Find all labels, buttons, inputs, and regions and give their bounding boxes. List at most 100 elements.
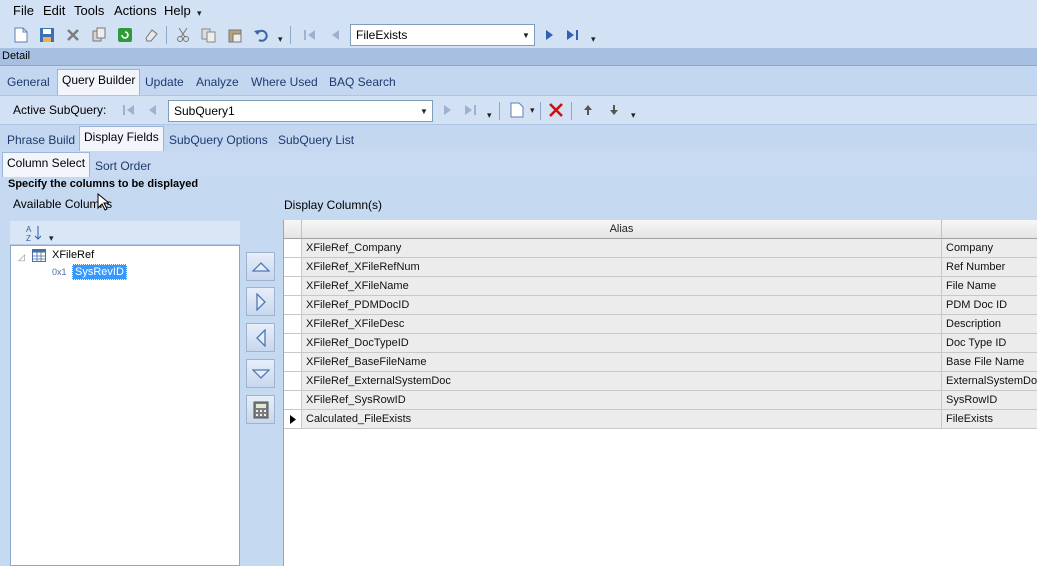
move-column-up-button[interactable] [246,252,275,281]
row-selector[interactable] [284,239,302,258]
menu-help[interactable]: Help [164,3,191,18]
sort-dropdown-icon[interactable]: ▾ [49,233,54,244]
table-row[interactable]: XFileRef_XFileRefNum Ref Number [284,258,1037,277]
label-cell[interactable]: Doc Type ID [942,334,1037,353]
move-column-down-button[interactable] [246,359,275,388]
row-selector[interactable] [284,334,302,353]
subquery-overflow-icon[interactable]: ▾ [487,110,492,121]
tab-general[interactable]: General [7,75,50,89]
chevron-down-icon[interactable]: ▼ [416,101,432,121]
move-up-icon[interactable] [578,100,598,120]
delete-icon[interactable] [63,25,83,45]
table-row[interactable]: XFileRef_Company Company [284,239,1037,258]
label-cell[interactable]: Base File Name [942,353,1037,372]
undo-dropdown-icon[interactable]: ▾ [278,34,283,45]
new-subquery-dropdown-icon[interactable]: ▾ [530,105,535,116]
cut-icon[interactable] [173,25,193,45]
collapse-icon[interactable]: ◿ [18,252,25,263]
label-cell[interactable]: Description [942,315,1037,334]
alias-cell[interactable]: XFileRef_BaseFileName [302,353,942,372]
tree-root-label[interactable]: XFileRef [52,249,94,261]
menu-edit[interactable]: Edit [43,3,65,18]
menu-file[interactable]: File [13,3,34,18]
remove-column-button[interactable] [246,323,275,352]
table-row[interactable]: XFileRef_DocTypeID Doc Type ID [284,334,1037,353]
row-selector[interactable] [284,391,302,410]
label-cell[interactable]: File Name [942,277,1037,296]
alias-cell[interactable]: XFileRef_ExternalSystemDoc [302,372,942,391]
tab-sort-order[interactable]: Sort Order [95,159,151,173]
refresh-icon[interactable] [115,25,135,45]
subquery-last-icon[interactable] [461,100,481,120]
row-selector[interactable] [284,353,302,372]
table-row[interactable]: Calculated_FileExists FileExists [284,410,1037,429]
tab-baq-search[interactable]: BAQ Search [329,75,396,89]
tab-query-builder[interactable]: Query Builder [57,69,141,95]
subquery-first-icon[interactable] [119,100,139,120]
alias-cell[interactable]: Calculated_FileExists [302,410,942,429]
table-row[interactable]: XFileRef_ExternalSystemDoc ExternalSystem… [284,372,1037,391]
table-row[interactable]: XFileRef_XFileDesc Description [284,315,1037,334]
tab-display-fields[interactable]: Display Fields [79,126,164,151]
alias-cell[interactable]: XFileRef_XFileDesc [302,315,942,334]
row-selector[interactable] [284,258,302,277]
table-row[interactable]: XFileRef_PDMDocID PDM Doc ID [284,296,1037,315]
tab-subquery-list[interactable]: SubQuery List [278,133,354,147]
menu-overflow-icon[interactable]: ▾ [197,8,202,19]
alias-cell[interactable]: XFileRef_XFileName [302,277,942,296]
paste-icon[interactable] [225,25,245,45]
row-selector[interactable] [284,372,302,391]
subquery-prev-icon[interactable] [143,100,163,120]
tab-update[interactable]: Update [145,75,184,89]
tab-analyze[interactable]: Analyze [196,75,239,89]
label-cell[interactable]: ExternalSystemDoc [942,372,1037,391]
alias-cell[interactable]: XFileRef_XFileRefNum [302,258,942,277]
table-row[interactable]: XFileRef_XFileName File Name [284,277,1037,296]
label-cell[interactable]: Ref Number [942,258,1037,277]
undo-icon[interactable] [251,25,271,45]
add-column-button[interactable] [246,287,275,316]
alias-cell[interactable]: XFileRef_DocTypeID [302,334,942,353]
copy-clip-icon[interactable] [199,25,219,45]
grid-header-alias[interactable]: Alias [302,220,942,239]
grid-header-label[interactable] [942,220,1037,239]
subquery-more-icon[interactable]: ▾ [631,110,636,121]
alias-cell[interactable]: XFileRef_Company [302,239,942,258]
label-cell[interactable]: FileExists [942,410,1037,429]
label-cell[interactable]: Company [942,239,1037,258]
tab-phrase-build[interactable]: Phrase Build [7,133,75,147]
delete-subquery-icon[interactable] [546,100,566,120]
menu-actions[interactable]: Actions [114,3,157,18]
subquery-next-icon[interactable] [437,100,457,120]
row-selector[interactable] [284,410,302,429]
alias-cell[interactable]: XFileRef_PDMDocID [302,296,942,315]
move-down-icon[interactable] [604,100,624,120]
label-cell[interactable]: SysRowID [942,391,1037,410]
row-selector[interactable] [284,277,302,296]
query-combo[interactable]: FileExists ▼ [350,24,535,46]
calculator-button[interactable] [246,395,275,424]
new-subquery-icon[interactable] [507,100,527,120]
tree-item-sysrevid[interactable]: SysRevID [72,264,127,280]
tab-subquery-options[interactable]: SubQuery Options [169,133,268,147]
tab-column-select[interactable]: Column Select [2,152,91,177]
table-row[interactable]: XFileRef_BaseFileName Base File Name [284,353,1037,372]
next-record-icon[interactable] [539,25,559,45]
row-selector[interactable] [284,315,302,334]
sort-az-icon[interactable]: AZ [24,223,44,243]
first-record-icon[interactable] [300,25,320,45]
tab-where-used[interactable]: Where Used [251,75,318,89]
chevron-down-icon[interactable]: ▼ [518,25,534,45]
copy-icon[interactable] [89,25,109,45]
clear-icon[interactable] [141,25,161,45]
prev-record-icon[interactable] [326,25,346,45]
menu-tools[interactable]: Tools [74,3,104,18]
new-icon[interactable] [11,25,31,45]
table-row[interactable]: XFileRef_SysRowID SysRowID [284,391,1037,410]
toolbar-overflow-icon[interactable]: ▾ [591,34,596,45]
last-record-icon[interactable] [563,25,583,45]
save-icon[interactable] [37,25,57,45]
subquery-combo[interactable]: SubQuery1 ▼ [168,100,433,122]
label-cell[interactable]: PDM Doc ID [942,296,1037,315]
alias-cell[interactable]: XFileRef_SysRowID [302,391,942,410]
